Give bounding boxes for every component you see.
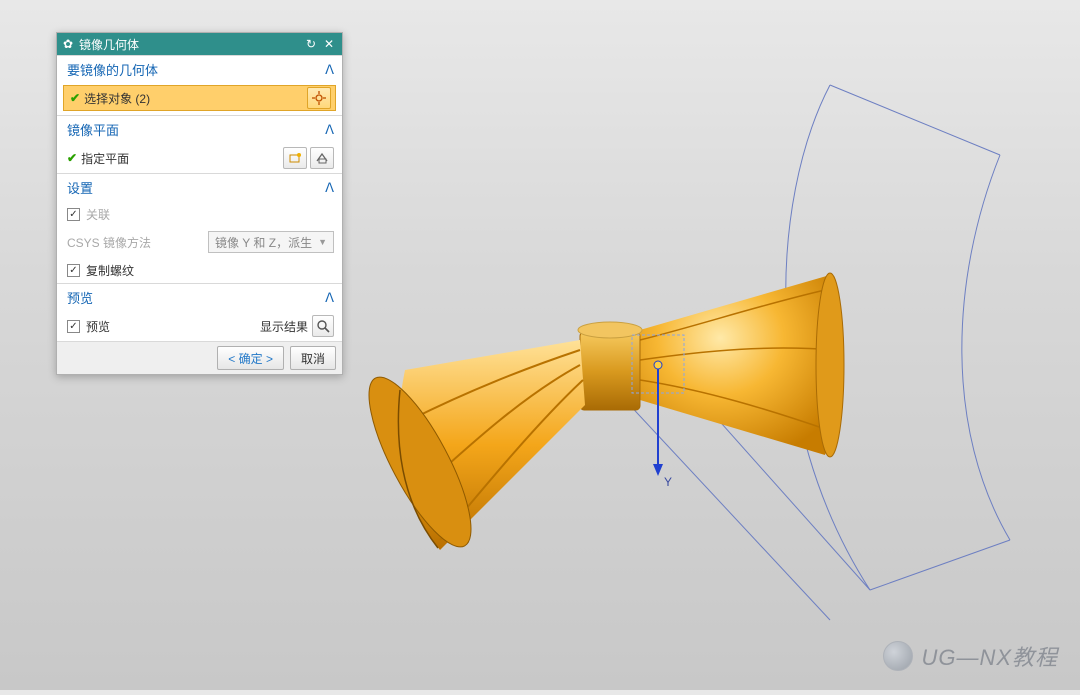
dialog-footer: < 确定 > 取消 [57,341,342,374]
close-button[interactable]: ✕ [320,37,338,51]
specify-plane-row: ✔ 指定平面 [57,143,342,173]
ok-button[interactable]: < 确定 > [217,346,284,370]
chevron-up-icon: ᐱ [325,62,334,78]
watermark: UG—NX教程 [883,640,1058,672]
target-selector-icon[interactable] [307,87,331,109]
watermark-text: UG—NX教程 [921,640,1058,672]
preview-row: ✓ 预览 显示结果 [57,311,342,341]
dialog-title: 镜像几何体 [75,36,302,53]
cancel-button[interactable]: 取消 [290,346,336,370]
csys-method-row: CSYS 镜像方法 镜像 Y 和 Z，派生 ▼ [57,227,342,257]
csys-method-select: 镜像 Y 和 Z，派生 ▼ [208,231,334,253]
select-object-row[interactable]: ✔ 选择对象 (2) [63,85,336,111]
copy-thread-row[interactable]: ✓ 复制螺纹 [57,257,342,283]
associative-checkbox-row: ✓ 关联 [57,201,342,227]
model-right-cone [640,273,844,457]
show-result-button[interactable] [312,315,334,337]
chevron-up-icon: ᐱ [325,122,334,138]
checkbox-preview[interactable]: ✓ [67,320,80,333]
watermark-icon [883,641,913,671]
section-header-geometry[interactable]: 要镜像的几何体 ᐱ [57,55,342,83]
chevron-down-icon: ▼ [318,237,327,247]
plane-picker-button[interactable] [310,147,334,169]
chevron-up-icon: ᐱ [325,180,334,196]
check-icon: ✔ [67,151,77,165]
axis-label-y: Y [664,475,672,489]
plane-dialog-button[interactable] [283,147,307,169]
check-icon: ✔ [70,91,80,105]
checkbox-assoc: ✓ [67,208,80,221]
gear-icon: ✿ [61,37,75,51]
mirror-geometry-dialog: ✿ 镜像几何体 ↻ ✕ 要镜像的几何体 ᐱ ✔ 选择对象 (2) 镜像平面 ᐱ … [56,32,343,375]
refresh-button[interactable]: ↻ [302,37,320,51]
dialog-titlebar[interactable]: ✿ 镜像几何体 ↻ ✕ [57,33,342,55]
section-header-settings[interactable]: 设置 ᐱ [57,173,342,201]
checkbox-copy-thread[interactable]: ✓ [67,264,80,277]
model-left-cone [351,340,585,559]
chevron-up-icon: ᐱ [325,290,334,306]
section-header-preview[interactable]: 预览 ᐱ [57,283,342,311]
section-header-plane[interactable]: 镜像平面 ᐱ [57,115,342,143]
